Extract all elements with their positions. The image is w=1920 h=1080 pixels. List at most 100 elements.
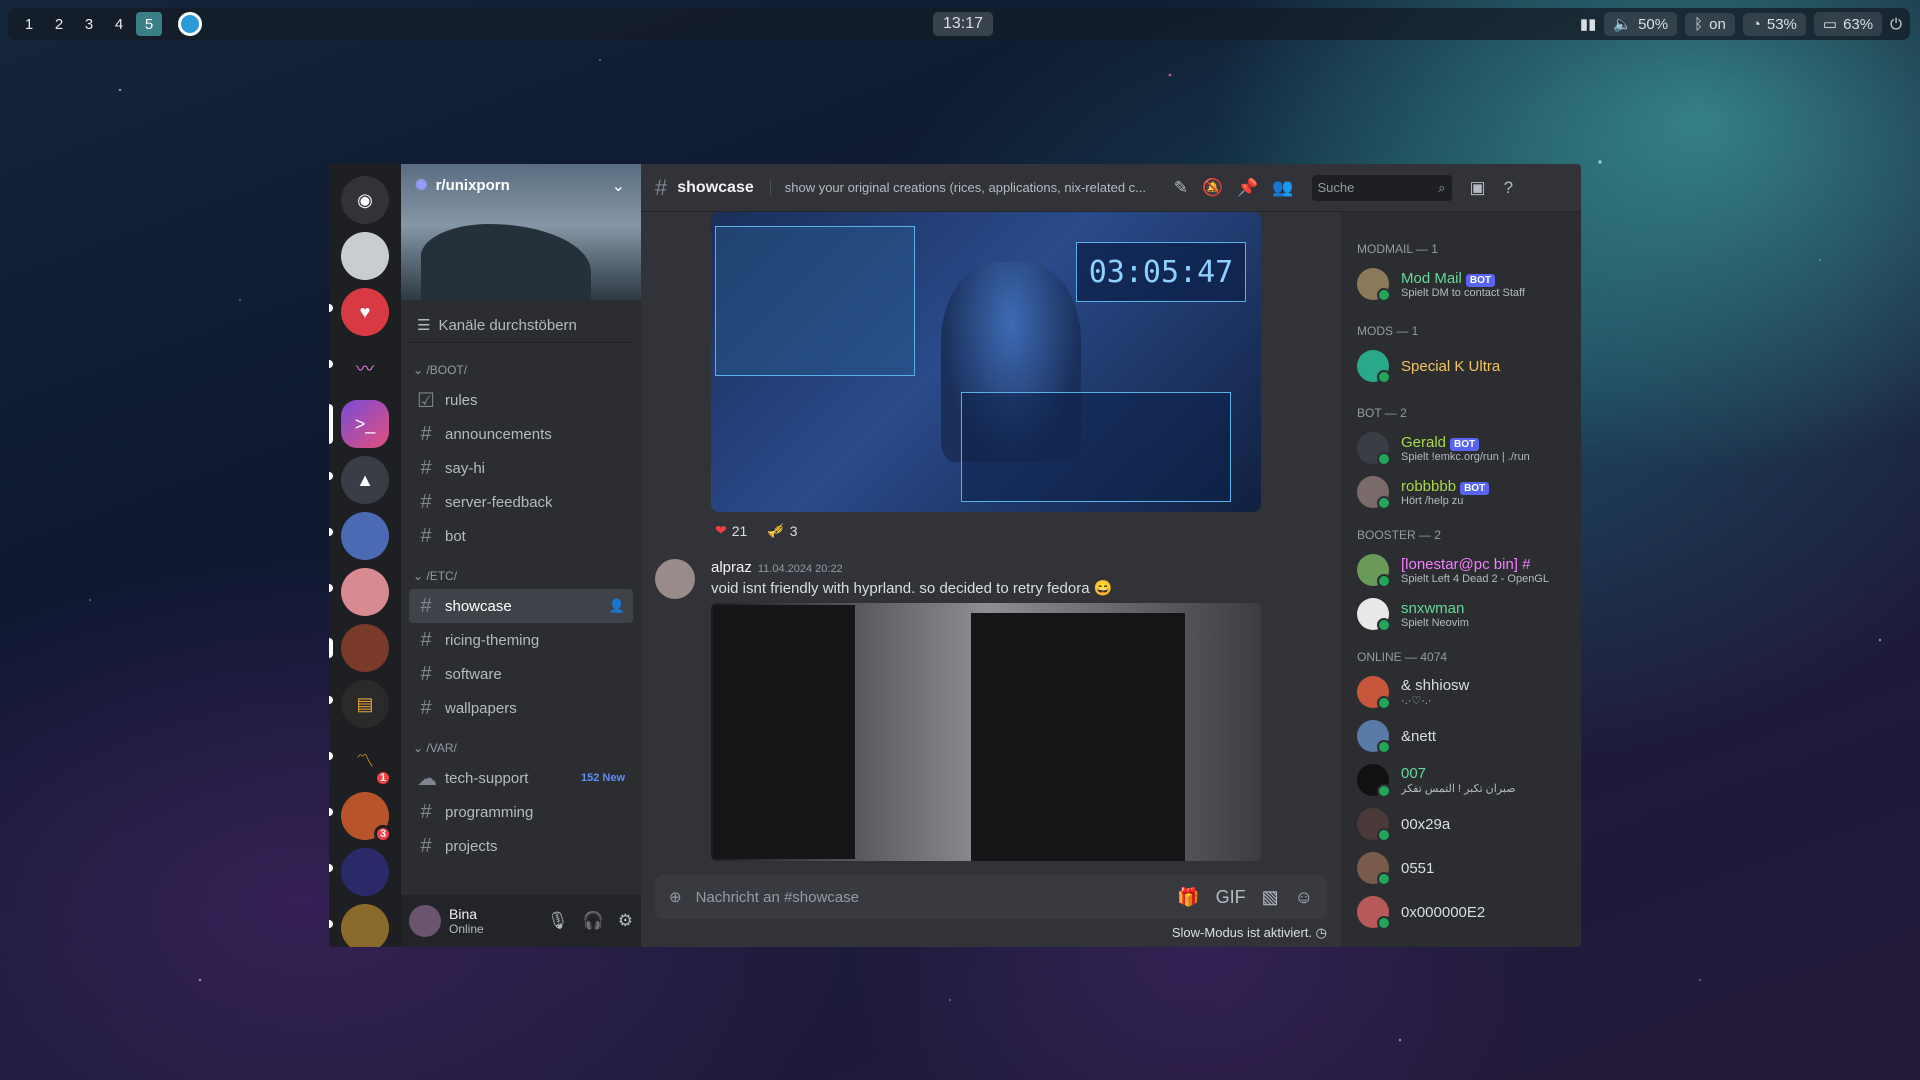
server-icon[interactable] <box>329 904 389 947</box>
attachment-image[interactable] <box>711 603 1261 861</box>
member-name: [lonestar@pc bin] # <box>1401 555 1531 573</box>
inbox-icon[interactable]: ▣ <box>1470 178 1486 198</box>
browse-channels[interactable]: ☰ Kanäle durchstöbern <box>409 308 633 343</box>
volume-status[interactable]: 🔈 50% <box>1604 12 1678 36</box>
avatar[interactable] <box>409 905 441 937</box>
category-etc[interactable]: ⌄ /ETC/ <box>409 563 633 589</box>
member-item[interactable]: Special K Ultra <box>1357 344 1573 388</box>
channel-wallpapers[interactable]: # wallpapers <box>409 691 633 725</box>
server-icon[interactable]: 〰 <box>329 344 389 392</box>
message-timestamp: 11.04.2024 20:22 <box>757 563 843 575</box>
avatar <box>1357 554 1391 588</box>
member-activity: Spielt !emkc.org/run | ./run <box>1401 450 1530 463</box>
sticker-icon[interactable]: ▧ <box>1262 887 1279 908</box>
server-icon[interactable] <box>329 512 389 560</box>
server-icon[interactable]: ▲ <box>329 456 389 504</box>
mute-bell-icon[interactable]: 🔕 <box>1202 178 1223 198</box>
member-item[interactable]: 007 صبران تكبر ! التمس تفكر <box>1357 758 1573 802</box>
member-category: MODS — 1 <box>1357 324 1419 338</box>
reaction-trumpet[interactable]: 🎺 3 <box>763 520 801 541</box>
member-item[interactable]: 00x29a <box>1357 802 1573 846</box>
server-icon[interactable] <box>329 568 389 616</box>
channel-ricing-theming[interactable]: # ricing-theming <box>409 623 633 657</box>
server-icon[interactable]: 〽 1 <box>329 736 392 787</box>
forum-icon: ☁ <box>417 767 437 790</box>
wifi-status[interactable]: ◔ 53% <box>1742 12 1806 36</box>
channel-topic[interactable]: show your original creations (rices, app… <box>769 180 1150 195</box>
battery-status[interactable]: ▭ 63% <box>1813 12 1883 36</box>
threads-icon[interactable]: ✎ <box>1174 178 1188 198</box>
workspace-2[interactable]: 2 <box>46 12 72 36</box>
member-item[interactable]: Gerald BOT Spielt !emkc.org/run | ./run <box>1357 426 1573 470</box>
message-author[interactable]: alpraz <box>711 559 752 576</box>
pin-icon[interactable]: 📌 <box>1237 178 1258 198</box>
server-icon[interactable]: 3 <box>329 792 392 843</box>
help-icon[interactable]: ? <box>1504 178 1513 198</box>
channel-projects[interactable]: # projects <box>409 829 633 863</box>
server-banner[interactable]: ✺ r/unixporn ⌄ <box>401 164 641 300</box>
member-name: & shhiosw <box>1401 677 1470 694</box>
channel-rules[interactable]: ☑ rules <box>409 383 633 417</box>
member-item[interactable]: 0x000000E2 <box>1357 890 1573 934</box>
category-boot[interactable]: ⌄ /BOOT/ <box>409 357 633 383</box>
discord-home-icon[interactable]: ◉ <box>341 176 389 224</box>
channel-tech-support[interactable]: ☁ tech-support 152 New <box>409 761 633 795</box>
member-item[interactable]: [lonestar@pc bin] # Spielt Left 4 Dead 2 … <box>1357 548 1573 592</box>
headphones-icon[interactable]: 🎧 <box>583 911 604 931</box>
emoji-icon[interactable]: ☺ <box>1295 887 1313 908</box>
avatar[interactable] <box>655 559 695 599</box>
channel-label: rules <box>445 391 478 409</box>
channel-announcements[interactable]: # announcements <box>409 417 633 451</box>
reaction-heart[interactable]: ❤ 21 <box>711 520 751 541</box>
invite-icon[interactable]: 👤 <box>609 598 625 614</box>
channel-bot[interactable]: # bot <box>409 519 633 553</box>
gear-icon[interactable]: ⚙ <box>618 911 633 931</box>
trumpet-icon: 🎺 <box>767 522 785 538</box>
chevron-down-icon[interactable]: ⌄ <box>612 176 625 196</box>
microphone-icon[interactable]: 🎙 <box>547 911 569 931</box>
search-input[interactable]: Suche ⌕ <box>1311 174 1452 201</box>
channel-programming[interactable]: # programming <box>409 795 633 829</box>
member-activity: ·.·♡·.· <box>1401 695 1432 707</box>
channel-say-hi[interactable]: # say-hi <box>409 451 633 485</box>
bot-tag: BOT <box>1465 273 1495 287</box>
bluetooth-icon: ᛒ <box>1694 15 1704 33</box>
member-activity: Hört /help zu <box>1401 494 1464 507</box>
channel-server-feedback[interactable]: # server-feedback <box>409 485 633 519</box>
app-indicator-icon[interactable] <box>178 12 202 36</box>
gift-icon[interactable]: 🎁 <box>1177 887 1199 908</box>
avatar <box>1357 852 1391 886</box>
bar-chart-icon[interactable]: ▮▮ <box>1580 15 1597 33</box>
message-composer[interactable]: ⊕ Nachricht an #showcase 🎁 GIF ▧ ☺ <box>655 875 1327 919</box>
server-icon[interactable] <box>341 232 389 280</box>
user-name: Bina <box>449 906 478 922</box>
channel-software[interactable]: # software <box>409 657 633 691</box>
member-item[interactable]: 0551 <box>1357 846 1573 890</box>
workspace-4[interactable]: 4 <box>106 12 132 36</box>
showcase-image[interactable]: 03:05:47 <box>711 212 1261 512</box>
workspace-1[interactable]: 1 <box>16 12 42 36</box>
member-item[interactable]: robbbbb BOT Hört /help zu <box>1357 470 1573 514</box>
add-attachment-icon[interactable]: ⊕ <box>669 888 682 906</box>
workspace-5[interactable]: 5 <box>136 12 162 36</box>
member-list-icon[interactable]: 👥 <box>1272 178 1293 198</box>
bluetooth-status[interactable]: ᛒ on <box>1685 12 1735 36</box>
server-icon[interactable]: ▤ <box>329 680 389 728</box>
channel-showcase[interactable]: # showcase 👤 <box>409 589 633 623</box>
browse-label: Kanäle durchstöbern <box>438 316 577 334</box>
channel-label: software <box>445 665 502 683</box>
category-var[interactable]: ⌄ /VAR/ <box>409 735 633 761</box>
member-item[interactable]: Mod Mail BOT Spielt DM to contact Staff <box>1357 262 1573 306</box>
member-item[interactable]: & shhiosw ·.·♡·.· <box>1357 670 1573 714</box>
server-icon[interactable]: ♥ <box>329 288 389 336</box>
member-item[interactable]: snxwman Spielt Neovim <box>1357 592 1573 636</box>
gif-icon[interactable]: GIF <box>1216 887 1246 908</box>
member-item[interactable]: &nett <box>1357 714 1573 758</box>
server-icon[interactable] <box>329 624 389 672</box>
workspace-3[interactable]: 3 <box>76 12 102 36</box>
avatar <box>1357 476 1391 510</box>
server-icon[interactable] <box>329 848 389 896</box>
power-icon[interactable]: ⏻ <box>1890 16 1902 33</box>
server-icon[interactable]: >_ <box>329 400 389 448</box>
hash-icon: # <box>420 456 432 479</box>
